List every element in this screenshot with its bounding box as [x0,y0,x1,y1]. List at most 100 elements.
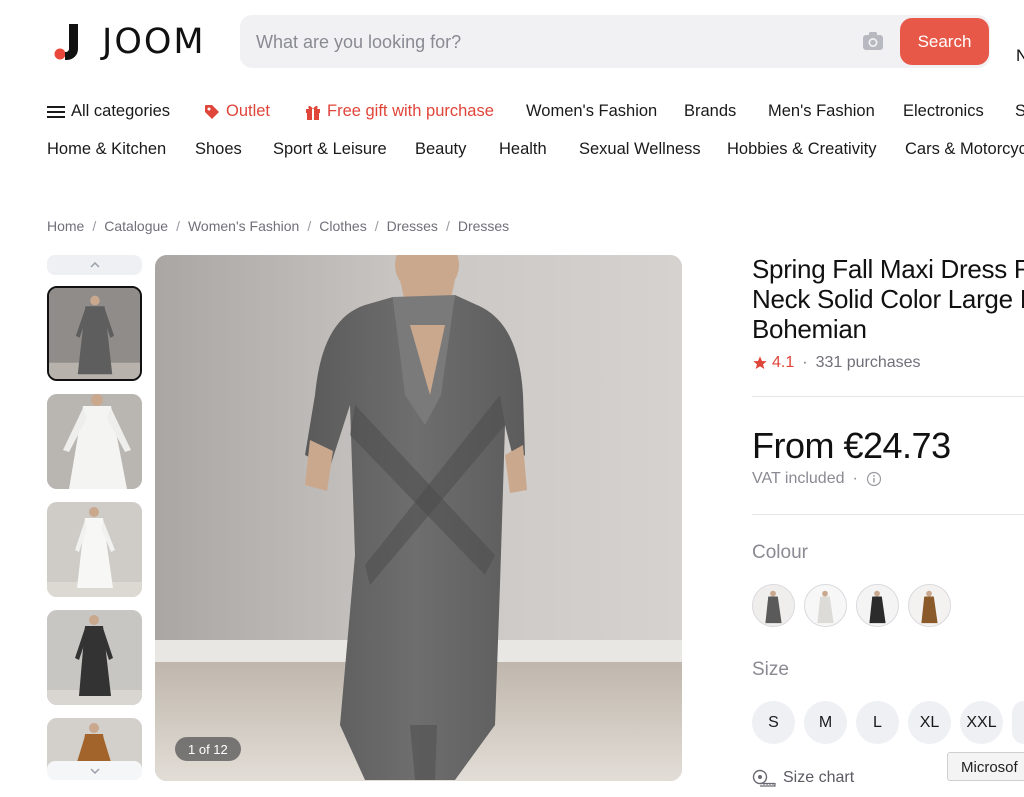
breadcrumb-separator: / [176,218,180,234]
breadcrumb-dresses[interactable]: Dresses [387,218,438,234]
nav-cars-motorcycles[interactable]: Cars & Motorcycl [905,140,1024,159]
nav-label: S [1015,102,1024,120]
product-title: Spring Fall Maxi Dress R Neck Solid Colo… [752,254,1024,344]
breadcrumb-separator: / [92,218,97,234]
size-label: Size [752,659,789,680]
measuring-tape-icon [752,769,776,787]
nav-hobbies-creativity[interactable]: Hobbies & Creativity [727,140,876,159]
joom-logo[interactable]: JOOM [54,22,206,62]
colour-swatch-white[interactable] [804,584,847,627]
nav-sport-leisure[interactable]: Sport & Leisure [273,140,387,159]
swatch-image [753,585,794,626]
nav-label: Hobbies & Creativity [727,140,877,158]
nav-label: Outlet [226,102,271,120]
info-icon[interactable] [866,471,882,487]
nav-home-kitchen[interactable]: Home & Kitchen [47,140,166,159]
breadcrumb-separator: / [445,218,450,234]
image-counter: 1 of 12 [175,737,241,761]
thumbnail-image [47,394,142,489]
nav-label: Shoes [195,140,242,158]
thumbnails-scroll-down-button[interactable] [47,761,142,780]
chevron-up-icon [89,262,100,268]
product-rating[interactable]: 4.1 · 331 purchases [752,354,921,372]
colour-label: Colour [752,542,808,563]
thumbnail-image [47,610,142,705]
size-button-more[interactable] [1012,701,1024,744]
size-chart-link[interactable]: Size chart [752,769,854,787]
main-product-image[interactable] [155,255,682,781]
nav-label: Cars & Motorcycl [905,140,1024,158]
size-button-xxl[interactable]: XXL [960,701,1003,744]
joom-logo-icon [54,24,78,60]
vat-note: VAT included · [752,470,882,488]
breadcrumb-separator: / [374,218,379,234]
search-bar: Search [240,15,990,68]
nav-health[interactable]: Health [499,140,547,159]
colour-swatch-brown[interactable] [908,584,951,627]
size-button-s[interactable]: S [752,701,795,744]
swatch-image [805,585,846,626]
colour-swatch-black[interactable] [856,584,899,627]
nav-womens-fashion[interactable]: Women's Fashion [526,102,657,121]
nav-label: Women's Fashion [526,102,658,120]
divider [752,396,1024,397]
rating-value: 4.1 [772,354,795,371]
thumbnail-image [47,502,142,597]
nav-label: Free gift with purchase [327,102,494,120]
breadcrumb-clothes[interactable]: Clothes [319,218,366,234]
nav-outlet[interactable]: Outlet [204,102,270,121]
nav-beauty[interactable]: Beauty [415,140,466,159]
size-chart-label: Size chart [783,769,855,786]
gift-icon [306,105,320,120]
nav-electronics[interactable]: Electronics [903,102,984,121]
breadcrumb-home[interactable]: Home [47,218,84,234]
nav-label: All categories [71,102,171,120]
logo-text: JOOM [102,22,206,62]
tag-icon [205,104,219,119]
separator-dot: · [802,354,808,371]
thumbnails-scroll-up-button[interactable] [47,255,142,275]
swatch-image [857,585,898,626]
thumbnail-grey-dress[interactable] [47,286,142,381]
breadcrumb-womens-fashion[interactable]: Women's Fashion [188,218,299,234]
product-photo [155,255,682,781]
header-edge-text[interactable]: N [1016,46,1024,66]
breadcrumb-separator: / [307,218,312,234]
star-icon [753,356,767,369]
nav-label: Sport & Leisure [273,140,387,158]
chevron-down-icon [89,767,100,774]
search-button[interactable]: Search [900,18,989,65]
tooltip: Microsof [947,752,1024,781]
thumbnail-white-dress-front[interactable] [47,394,142,489]
size-button-m[interactable]: M [804,701,847,744]
nav-free-gift[interactable]: Free gift with purchase [305,102,494,121]
product-price: From €24.73 [752,425,951,466]
swatch-image [909,585,950,626]
purchase-count: 331 purchases [815,354,921,371]
size-button-l[interactable]: L [856,701,899,744]
thumbnail-white-dress-side[interactable] [47,502,142,597]
vat-label: VAT included [752,470,845,487]
nav-label: Brands [684,102,737,120]
menu-icon [47,105,65,118]
thumbnail-black-dress[interactable] [47,610,142,705]
search-input[interactable] [256,27,836,57]
nav-more[interactable]: S [1015,102,1024,121]
breadcrumb-dresses-current[interactable]: Dresses [458,218,509,234]
nav-shoes[interactable]: Shoes [195,140,242,159]
separator-dot: · [852,470,858,487]
nav-label: Home & Kitchen [47,140,167,158]
nav-all-categories[interactable]: All categories [47,102,170,121]
nav-sexual-wellness[interactable]: Sexual Wellness [579,140,701,159]
nav-label: Beauty [415,140,467,158]
colour-swatch-grey[interactable] [752,584,795,627]
thumbnail-image [49,288,140,379]
nav-brands[interactable]: Brands [684,102,736,121]
breadcrumb: Home / Catalogue / Women's Fashion / Clothes / D… [47,218,509,234]
breadcrumb-catalogue[interactable]: Catalogue [104,218,168,234]
camera-icon[interactable] [861,29,885,53]
divider [752,514,1024,515]
size-button-xl[interactable]: XL [908,701,951,744]
nav-mens-fashion[interactable]: Men's Fashion [768,102,875,121]
nav-label: Electronics [903,102,984,120]
